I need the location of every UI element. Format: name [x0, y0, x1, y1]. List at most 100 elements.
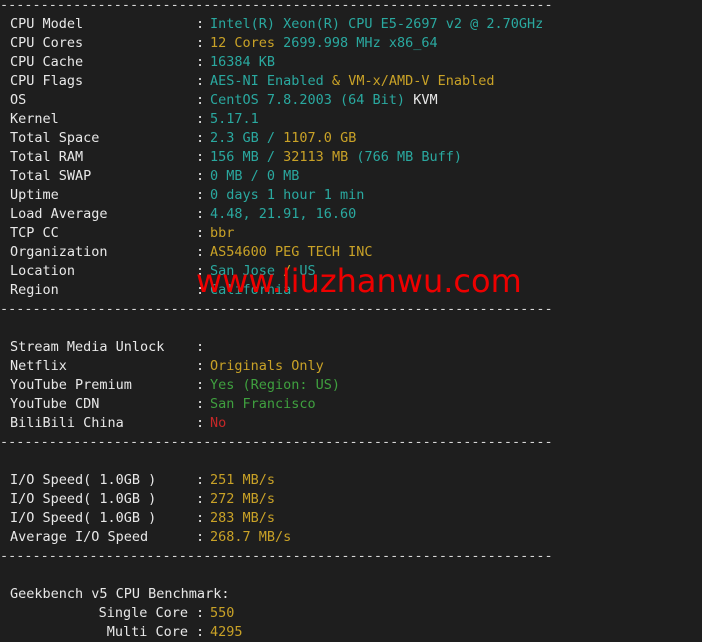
info-row-uptime: Uptime:0 days 1 hour 1 min [0, 186, 702, 205]
info-row-total-swap: Total SWAP:0 MB / 0 MB [0, 167, 702, 186]
info-row-location: Location: San Jose / US [0, 262, 702, 281]
geekbench-label: Multi Core [106, 624, 188, 640]
info-value-country: US [299, 263, 316, 279]
info-label: CPU Cores [10, 35, 84, 51]
info-row-kernel: Kernel:5.17.1 [0, 110, 702, 129]
colon: : [196, 529, 205, 545]
io-row-1: I/O Speed( 1.0GB ):251 MB/s [0, 471, 702, 490]
geekbench-value: 550 [210, 605, 235, 621]
info-label: Region [10, 282, 59, 298]
info-row-total-ram: Total RAM:156 MB / 32113 MB (766 MB Buff… [0, 148, 702, 167]
stream-row-youtube-premium: YouTube Premium: Yes (Region: US) [0, 376, 702, 395]
info-label: Organization [10, 244, 108, 260]
info-value: 0 days 1 hour 1 min [210, 187, 365, 203]
info-value: 4.48, 21.91, 16.60 [210, 206, 357, 222]
info-value-total: 32113 MB [283, 149, 349, 165]
info-value-total: 1107.0 GB [283, 130, 357, 146]
stream-row-youtube-cdn: YouTube CDN: San Francisco [0, 395, 702, 414]
info-label: Location [10, 263, 76, 279]
info-value-slash: / [258, 149, 284, 165]
io-value: 283 MB/s [210, 510, 276, 526]
io-value: 251 MB/s [210, 472, 276, 488]
io-row-3: I/O Speed( 1.0GB ):283 MB/s [0, 509, 702, 528]
colon: : [196, 73, 205, 89]
colon: : [196, 491, 205, 507]
info-value: AS54600 PEG TECH INC [210, 244, 373, 260]
geekbench-value: 4295 [210, 624, 243, 640]
colon: : [196, 92, 205, 108]
info-row-organization: Organization: AS54600 PEG TECH INC [0, 243, 702, 262]
colon: : [196, 510, 205, 526]
io-label: I/O Speed( 1.0GB ) [10, 510, 157, 526]
info-row-tcp-cc: TCP CC: bbr [0, 224, 702, 243]
stream-value: Yes (Region: US) [210, 377, 341, 393]
info-value-used: 2.3 GB [210, 130, 259, 146]
info-value: bbr [210, 225, 235, 241]
info-value-amp: & [331, 73, 349, 89]
info-value-cores: 12 Cores [210, 35, 276, 51]
colon: : [196, 35, 205, 51]
io-label: I/O Speed( 1.0GB ) [10, 472, 157, 488]
info-value-used: 156 MB [210, 149, 259, 165]
info-value-distro: CentOS 7.8.2003 (64 Bit) [210, 92, 414, 108]
info-label: OS [10, 92, 27, 108]
stream-media-label: Stream Media Unlock [10, 339, 165, 355]
info-value-freq: 2699.998 MHz x86_64 [275, 35, 438, 51]
info-label: Load Average [10, 206, 108, 222]
info-value: Intel(R) Xeon(R) CPU E5-2697 v2 @ 2.70GH… [210, 16, 544, 32]
colon: : [196, 111, 205, 127]
info-value-aes: AES-NI Enabled [210, 73, 332, 89]
separator-after-system-info: ----------------------------------------… [0, 301, 553, 317]
info-value: 5.17.1 [210, 111, 259, 127]
info-label: Total Space [10, 130, 100, 146]
colon: : [196, 339, 205, 355]
info-label: TCP CC [10, 225, 59, 241]
info-label: Total SWAP [10, 168, 92, 184]
colon: : [196, 54, 205, 70]
info-row-cpu-flags: CPU Flags: AES-NI Enabled & VM-x/AMD-V En… [0, 72, 702, 91]
colon: : [196, 415, 205, 431]
io-row-2: I/O Speed( 1.0GB ):272 MB/s [0, 490, 702, 509]
stream-label: YouTube CDN [10, 396, 100, 412]
info-value-vmx: VM-x/AMD-V Enabled [348, 73, 495, 89]
info-row-region: Region: California [0, 281, 702, 300]
colon: : [196, 282, 205, 298]
info-row-load-average: Load Average:4.48, 21.91, 16.60 [0, 205, 702, 224]
info-row-cpu-cores: CPU Cores:12 Cores 2699.998 MHz x86_64 [0, 34, 702, 53]
colon: : [196, 187, 205, 203]
info-label: Kernel [10, 111, 59, 127]
info-label: CPU Cache [10, 54, 84, 70]
info-value-city: San Jose [210, 263, 284, 279]
info-value: 0 MB / 0 MB [210, 168, 300, 184]
geekbench-title: Geekbench v5 CPU Benchmark: [10, 586, 230, 602]
colon: : [196, 358, 205, 374]
separator-after-io-speed: ----------------------------------------… [0, 548, 553, 564]
colon: : [196, 244, 205, 260]
stream-label: YouTube Premium [10, 377, 132, 393]
geekbench-row-single-core: Single Core:550 [0, 604, 702, 623]
info-value-virt: KVM [413, 92, 438, 108]
info-label: Total RAM [10, 149, 84, 165]
stream-media-header: Stream Media Unlock: [0, 338, 702, 357]
geekbench-label: Single Core [98, 605, 188, 621]
io-row-average: Average I/O Speed:268.7 MB/s [0, 528, 702, 547]
info-label: CPU Flags [10, 73, 84, 89]
colon: : [196, 206, 205, 222]
info-row-os: OS: CentOS 7.8.2003 (64 Bit) KVM [0, 91, 702, 110]
colon: : [196, 225, 205, 241]
info-label: Uptime [10, 187, 59, 203]
colon: : [196, 16, 205, 32]
stream-row-bilibili-china: BiliBili China: No [0, 414, 702, 433]
info-value-buff: (766 MB Buff) [348, 149, 462, 165]
io-label: Average I/O Speed [10, 529, 149, 545]
info-row-cpu-model: CPU Model: Intel(R) Xeon(R) CPU E5-2697 v… [0, 15, 702, 34]
separator-top: ----------------------------------------… [0, 0, 553, 13]
info-value: California [210, 282, 292, 298]
colon: : [196, 396, 205, 412]
io-value: 272 MB/s [210, 491, 276, 507]
info-row-cpu-cache: CPU Cache:16384 KB [0, 53, 702, 72]
colon: : [196, 624, 205, 640]
